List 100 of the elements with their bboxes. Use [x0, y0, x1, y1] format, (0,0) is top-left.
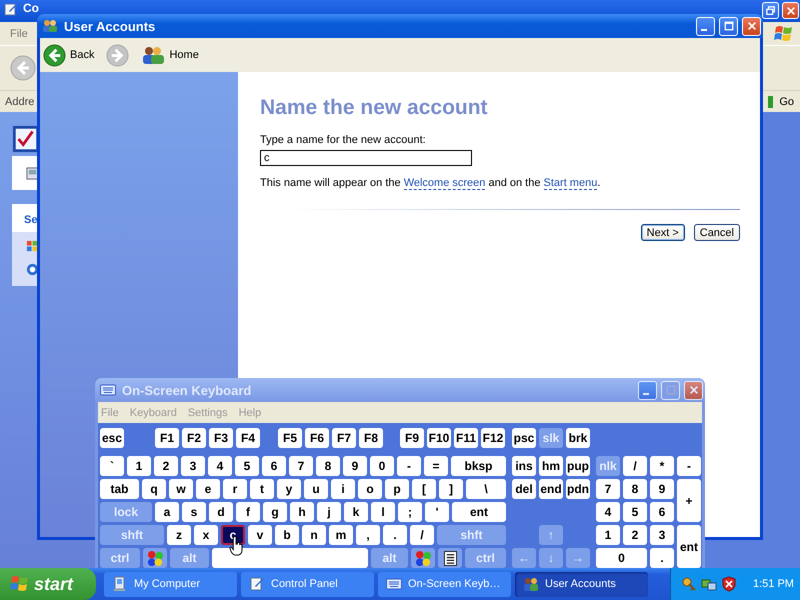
taskbar-button[interactable]: On-Screen Keyb… [378, 572, 511, 596]
key-cap[interactable]: / [623, 456, 647, 476]
key-cap[interactable]: hm [539, 456, 563, 476]
flag-key[interactable] [411, 548, 435, 568]
link[interactable]: Start menu [544, 177, 598, 190]
key-cap[interactable]: F10 [427, 428, 451, 448]
key-cap[interactable]: 8 [623, 479, 647, 499]
name-field[interactable]: c [260, 150, 472, 166]
restore-button[interactable] [762, 2, 779, 19]
taskbar-button[interactable]: Control Panel [241, 572, 374, 596]
key-cap[interactable]: p [385, 479, 409, 499]
key-cap[interactable]: esc [100, 428, 124, 448]
key-cap[interactable]: w [169, 479, 193, 499]
key-cap[interactable]: a [155, 502, 179, 522]
key-cap[interactable]: t [250, 479, 274, 499]
key-cap[interactable]: 9 [650, 479, 674, 499]
key-cap[interactable]: / [410, 525, 434, 545]
key-cap[interactable]: 0 [596, 548, 647, 568]
key-cap[interactable]: 7 [289, 456, 313, 476]
key-cap[interactable]: v [248, 525, 272, 545]
minimize-button[interactable] [696, 16, 715, 36]
key-cap[interactable]: - [397, 456, 421, 476]
key-cap[interactable]: F1 [155, 428, 179, 448]
key-cap[interactable]: * [650, 456, 674, 476]
key-cap[interactable]: j [317, 502, 341, 522]
key-cap[interactable]: + [677, 479, 701, 522]
key-cap[interactable]: h [290, 502, 314, 522]
key-cap[interactable]: ent [677, 525, 701, 568]
next-button[interactable]: Next > [640, 224, 685, 241]
key-cap[interactable]: 1 [596, 525, 620, 545]
key-cap[interactable]: ] [439, 479, 463, 499]
key-cap[interactable]: F11 [454, 428, 478, 448]
key-cap[interactable]: 0 [370, 456, 394, 476]
key-cap[interactable]: 5 [235, 456, 259, 476]
key-cap[interactable]: F6 [305, 428, 329, 448]
key-cap[interactable]: = [424, 456, 448, 476]
cancel-button[interactable]: Cancel [694, 224, 740, 241]
key-cap[interactable]: q [142, 479, 166, 499]
key-cap[interactable]: del [512, 479, 536, 499]
key-cap[interactable]: 3 [181, 456, 205, 476]
key-cap[interactable]: 1 [127, 456, 151, 476]
flag-key[interactable] [143, 548, 167, 568]
key-cap[interactable]: F2 [182, 428, 206, 448]
key-cap[interactable]: ' [425, 502, 449, 522]
key-cap[interactable]: l [371, 502, 395, 522]
key-cap[interactable]: 2 [623, 525, 647, 545]
key-cap[interactable]: f [236, 502, 260, 522]
key-cap[interactable]: F7 [332, 428, 356, 448]
key-cap[interactable]: i [331, 479, 355, 499]
menu-key[interactable] [438, 548, 462, 568]
shield-icon[interactable] [721, 576, 737, 592]
key-cap[interactable]: ; [398, 502, 422, 522]
key-cap[interactable]: . [650, 548, 674, 568]
key-cap[interactable]: d [209, 502, 233, 522]
key-cap[interactable]: 6 [650, 502, 674, 522]
key-cap[interactable]: 7 [596, 479, 620, 499]
key-cap[interactable]: y [277, 479, 301, 499]
key-cap[interactable]: F12 [481, 428, 505, 448]
link[interactable]: Welcome screen [404, 177, 486, 190]
key-cap[interactable]: 2 [154, 456, 178, 476]
key-cap[interactable]: F3 [209, 428, 233, 448]
key-cap[interactable]: 4 [596, 502, 620, 522]
key-cap[interactable]: e [196, 479, 220, 499]
key-cap[interactable]: , [356, 525, 380, 545]
key-cap[interactable]: m [329, 525, 353, 545]
key-cap[interactable]: u [304, 479, 328, 499]
key-cap[interactable]: ins [512, 456, 536, 476]
key-cap[interactable]: 4 [208, 456, 232, 476]
close-button[interactable] [742, 16, 761, 36]
key-cap[interactable]: g [263, 502, 287, 522]
key-cap[interactable]: o [358, 479, 382, 499]
maximize-button[interactable] [719, 16, 738, 36]
key-cap[interactable]: F9 [400, 428, 424, 448]
taskbar-button[interactable]: User Accounts [515, 572, 648, 596]
key-cap[interactable]: [ [412, 479, 436, 499]
key-cap[interactable]: pdn [566, 479, 590, 499]
key-icon[interactable] [681, 576, 697, 592]
key-cap[interactable]: r [223, 479, 247, 499]
key-cap[interactable]: psc [512, 428, 536, 448]
key-cap[interactable]: F4 [236, 428, 260, 448]
key-cap[interactable]: ` [100, 456, 124, 476]
key-cap[interactable]: x [194, 525, 218, 545]
home-button[interactable]: Home [141, 45, 199, 65]
go-button[interactable]: Go [768, 96, 794, 108]
key-cap[interactable]: k [344, 502, 368, 522]
key-cap[interactable]: z [167, 525, 191, 545]
key-cap[interactable]: tab [100, 479, 139, 499]
key-cap[interactable]: 5 [623, 502, 647, 522]
key-cap[interactable]: end [539, 479, 563, 499]
close-button[interactable] [782, 2, 799, 19]
key-cap[interactable]: F8 [359, 428, 383, 448]
key-cap[interactable]: - [677, 456, 701, 476]
key-cap[interactable]: \ [466, 479, 506, 499]
key-cap[interactable]: . [383, 525, 407, 545]
key-cap[interactable]: bksp [451, 456, 506, 476]
key-cap[interactable]: 6 [262, 456, 286, 476]
key-cap[interactable]: s [182, 502, 206, 522]
key-cap[interactable]: ent [452, 502, 506, 522]
taskbar-button[interactable]: My Computer [104, 572, 237, 596]
key-cap[interactable]: 9 [343, 456, 367, 476]
